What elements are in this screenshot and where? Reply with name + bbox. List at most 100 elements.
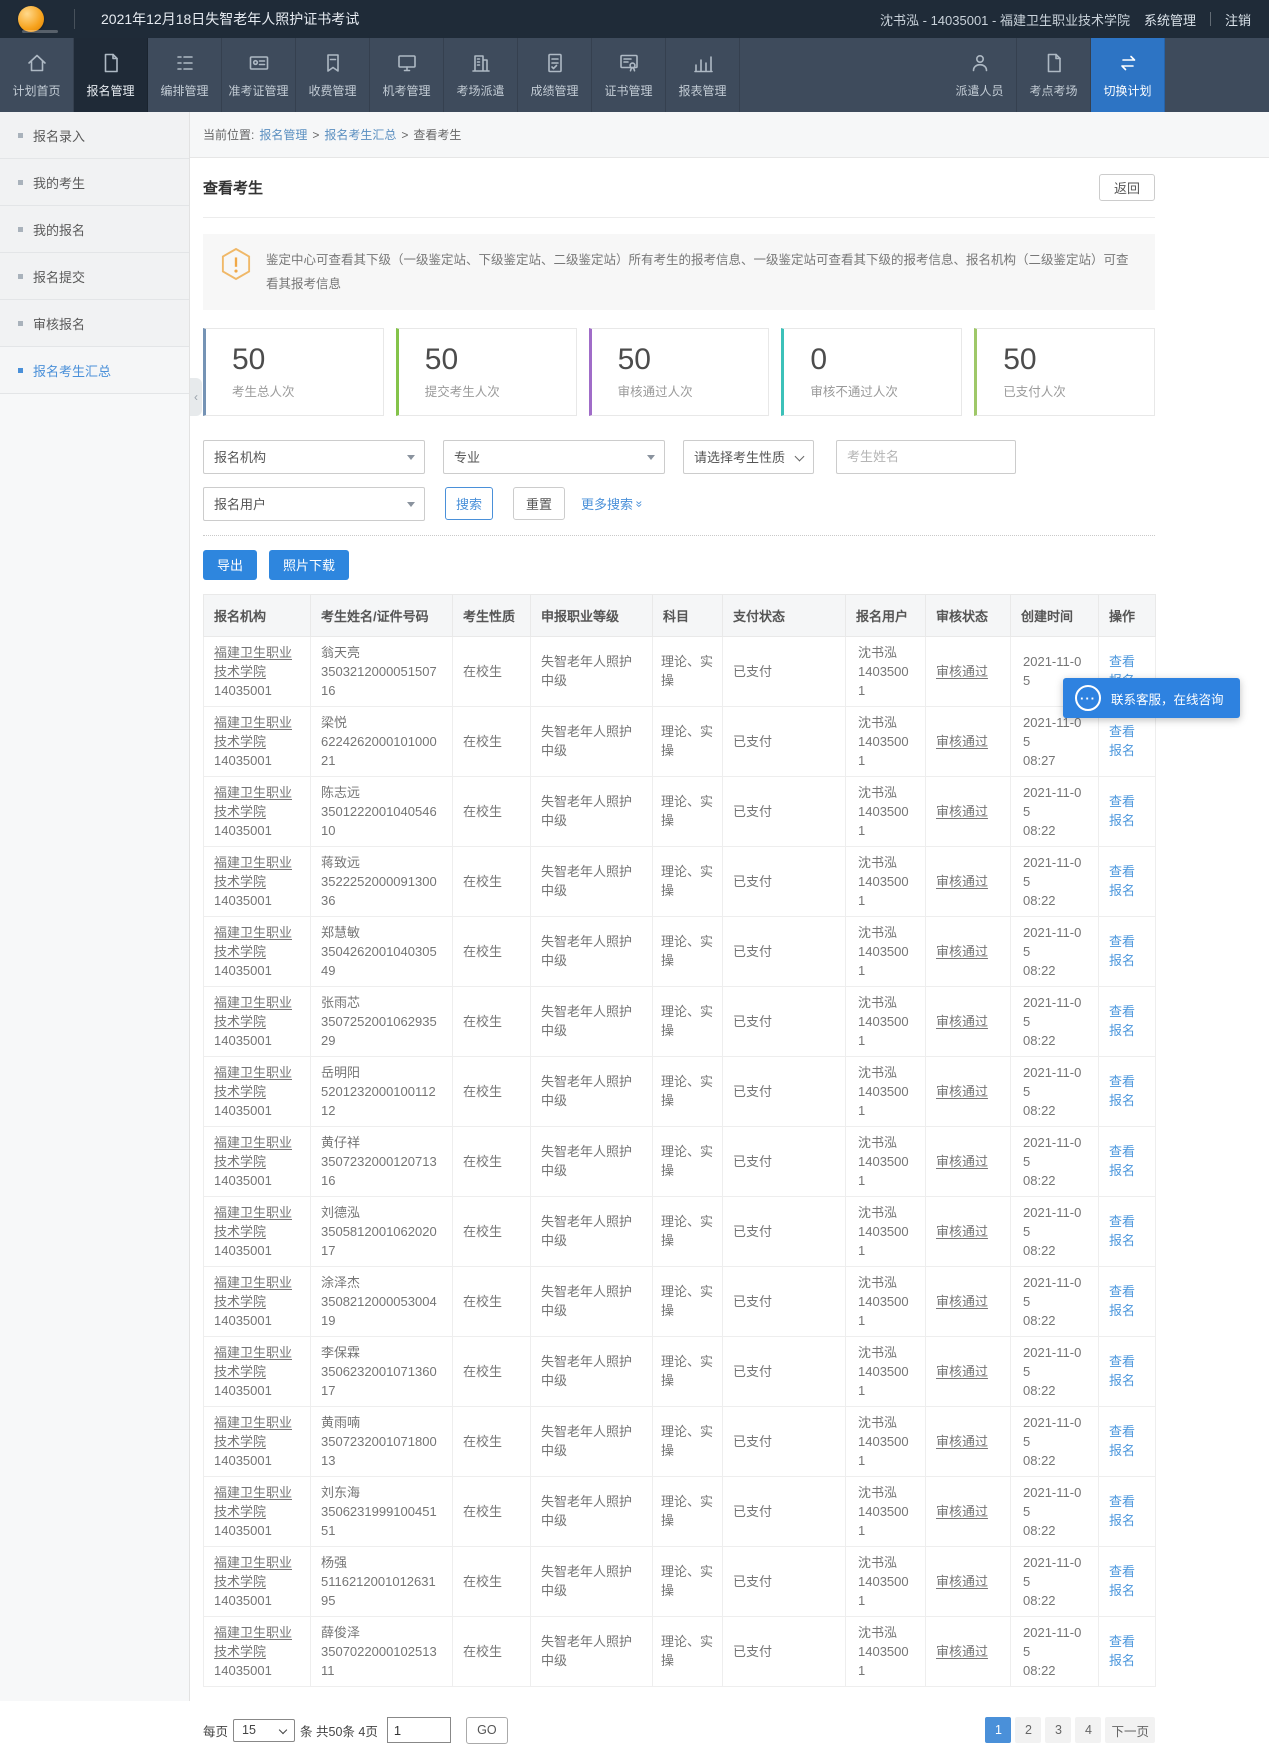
table-row: 福建卫生职业技术学院14035001翁天亮350321200005150716在… — [204, 636, 1156, 706]
view-registration-link[interactable]: 查看报名 — [1109, 743, 1135, 758]
audit-status-link[interactable]: 审核通过 — [936, 734, 988, 749]
sidebar-collapse-handle[interactable]: ‹ — [190, 378, 202, 416]
audit-status-link[interactable]: 审核通过 — [936, 1154, 988, 1169]
view-registration-link[interactable]: 查看报名 — [1109, 1373, 1135, 1388]
created-time-cell: 2021-11-0508:22 — [1011, 916, 1099, 986]
audit-status-link[interactable]: 审核通过 — [936, 874, 988, 889]
sidebar-item-reg-summary[interactable]: 报名考生汇总 — [0, 347, 189, 394]
org-code: 14035001 — [214, 751, 300, 770]
reg-user-name: 沈书泓 — [858, 643, 913, 662]
org-select[interactable]: 报名机构 — [203, 440, 425, 474]
export-button[interactable]: 导出 — [203, 550, 257, 580]
reset-button[interactable]: 重置 — [513, 487, 565, 520]
audit-status-link[interactable]: 审核通过 — [936, 1084, 988, 1099]
reg-user-select[interactable]: 报名用户 — [203, 487, 425, 521]
column-header: 考生性质 — [453, 594, 531, 636]
candidate-id-number: 350623200107136017 — [321, 1362, 442, 1400]
candidate-cell: 涂泽杰350821200005300419 — [311, 1266, 453, 1336]
view-registration-link[interactable]: 查看报名 — [1109, 1443, 1135, 1458]
view-registration-link[interactable]: 查看报名 — [1109, 1653, 1135, 1668]
audit-status-link[interactable]: 审核通过 — [936, 1434, 988, 1449]
created-time-cell: 2021-11-0508:22 — [1011, 776, 1099, 846]
audit-status-link[interactable]: 审核通过 — [936, 664, 988, 679]
table-row: 福建卫生职业技术学院14035001陈志远350122200104054610在… — [204, 776, 1156, 846]
sidebar-item-my-candidates[interactable]: 我的考生 — [0, 159, 189, 206]
view-registration-link[interactable]: 查看报名 — [1109, 1023, 1135, 1038]
chat-widget[interactable]: ··· 联系客服，在线咨询 — [1063, 678, 1240, 718]
view-registration-link[interactable]: 查看报名 — [1109, 1513, 1135, 1528]
audit-status-link[interactable]: 审核通过 — [936, 1504, 988, 1519]
audit-status-link[interactable]: 审核通过 — [936, 944, 988, 959]
major-select[interactable]: 专业 — [443, 440, 665, 474]
view-registration-link[interactable]: 查看报名 — [1109, 813, 1135, 828]
sidebar-item-reg-submit[interactable]: 报名提交 — [0, 253, 189, 300]
audit-cell: 审核通过 — [926, 776, 1011, 846]
sidebar-item-my-registrations[interactable]: 我的报名 — [0, 206, 189, 253]
view-registration-link[interactable]: 查看报名 — [1109, 1583, 1135, 1598]
search-button[interactable]: 搜索 — [445, 487, 493, 520]
score-icon — [543, 51, 567, 75]
main-nav: 计划首页报名管理编排管理准考证管理收费管理机考管理考场派遣成绩管理证书管理报表管… — [0, 38, 1269, 112]
more-search-link[interactable]: 更多搜索 » — [581, 494, 643, 513]
nav-item-certificate[interactable]: 证书管理 — [592, 38, 666, 112]
page-button-3[interactable]: 3 — [1045, 1717, 1071, 1743]
candidate-name-input[interactable] — [836, 440, 1016, 474]
page-number-input[interactable] — [387, 1717, 451, 1743]
audit-status-link[interactable]: 审核通过 — [936, 1014, 988, 1029]
next-page-button[interactable]: 下一页 — [1105, 1717, 1155, 1743]
audit-status-link[interactable]: 审核通过 — [936, 1364, 988, 1379]
back-button[interactable]: 返回 — [1099, 174, 1155, 201]
nav-item-admission-ticket[interactable]: 准考证管理 — [222, 38, 296, 112]
sidebar-item-reg-entry[interactable]: 报名录入 — [0, 112, 189, 159]
candidate-name: 李保霖 — [321, 1343, 442, 1362]
reg-user-code: 14035001 — [858, 1292, 913, 1330]
nav-item-computer-exam[interactable]: 机考管理 — [370, 38, 444, 112]
audit-status-link[interactable]: 审核通过 — [936, 1644, 988, 1659]
per-page-select[interactable]: 15 — [233, 1719, 295, 1742]
view-registration-link[interactable]: 查看报名 — [1109, 1303, 1135, 1318]
candidate-id-number: 520123200010011212 — [321, 1082, 442, 1120]
view-registration-link[interactable]: 查看报名 — [1109, 883, 1135, 898]
view-registration-link[interactable]: 查看报名 — [1109, 953, 1135, 968]
audit-status-link[interactable]: 审核通过 — [936, 804, 988, 819]
reg-user-code: 14035001 — [858, 1362, 913, 1400]
reg-user-cell: 沈书泓14035001 — [846, 1196, 926, 1266]
page-button-1[interactable]: 1 — [985, 1717, 1011, 1743]
nav-item-dispatch-personnel[interactable]: 派遣人员 — [943, 38, 1017, 112]
nav-item-switch-plan[interactable]: 切换计划 — [1091, 38, 1165, 112]
audit-status-link[interactable]: 审核通过 — [936, 1574, 988, 1589]
view-registration-link[interactable]: 查看报名 — [1109, 1163, 1135, 1178]
view-registration-link[interactable]: 查看报名 — [1109, 1093, 1135, 1108]
nav-item-venue-dispatch[interactable]: 考场派遣 — [444, 38, 518, 112]
breadcrumb-link-registration[interactable]: 报名管理 — [259, 126, 307, 143]
notice-box: 鉴定中心可查看其下级（一级鉴定站、下级鉴定站、二级鉴定站）所有考生的报考信息、一… — [203, 234, 1155, 310]
level-cell: 失智老年人照护中级 — [531, 636, 653, 706]
reg-user-cell: 沈书泓14035001 — [846, 776, 926, 846]
action-link-text: 查看报名 — [1109, 1142, 1135, 1180]
nav-item-exam-site[interactable]: 考点考场 — [1017, 38, 1091, 112]
page-button-2[interactable]: 2 — [1015, 1717, 1041, 1743]
audit-cell: 审核通过 — [926, 846, 1011, 916]
nav-item-fee[interactable]: 收费管理 — [296, 38, 370, 112]
system-admin-link[interactable]: 系统管理 — [1144, 10, 1196, 29]
candidate-nature-select[interactable]: 请选择考生性质 — [683, 440, 814, 474]
action-link-text: 查看报名 — [1109, 1492, 1135, 1530]
candidate-name: 岳明阳 — [321, 1063, 442, 1082]
bullet-icon — [18, 274, 23, 279]
breadcrumb-link-summary[interactable]: 报名考生汇总 — [324, 126, 396, 143]
nav-item-arrangement[interactable]: 编排管理 — [148, 38, 222, 112]
sidebar-item-audit-reg[interactable]: 审核报名 — [0, 300, 189, 347]
audit-cell: 审核通过 — [926, 1196, 1011, 1266]
view-registration-link[interactable]: 查看报名 — [1109, 1233, 1135, 1248]
audit-status-link[interactable]: 审核通过 — [936, 1224, 988, 1239]
photo-download-button[interactable]: 照片下载 — [269, 550, 349, 580]
logout-link[interactable]: 注销 — [1225, 10, 1251, 29]
page-button-4[interactable]: 4 — [1075, 1717, 1101, 1743]
nav-item-plan-home[interactable]: 计划首页 — [0, 38, 74, 112]
nav-item-score[interactable]: 成绩管理 — [518, 38, 592, 112]
arrangement-icon — [173, 51, 197, 75]
nav-item-report[interactable]: 报表管理 — [666, 38, 740, 112]
go-button[interactable]: GO — [466, 1717, 508, 1744]
audit-status-link[interactable]: 审核通过 — [936, 1294, 988, 1309]
nav-item-registration[interactable]: 报名管理 — [74, 38, 148, 112]
